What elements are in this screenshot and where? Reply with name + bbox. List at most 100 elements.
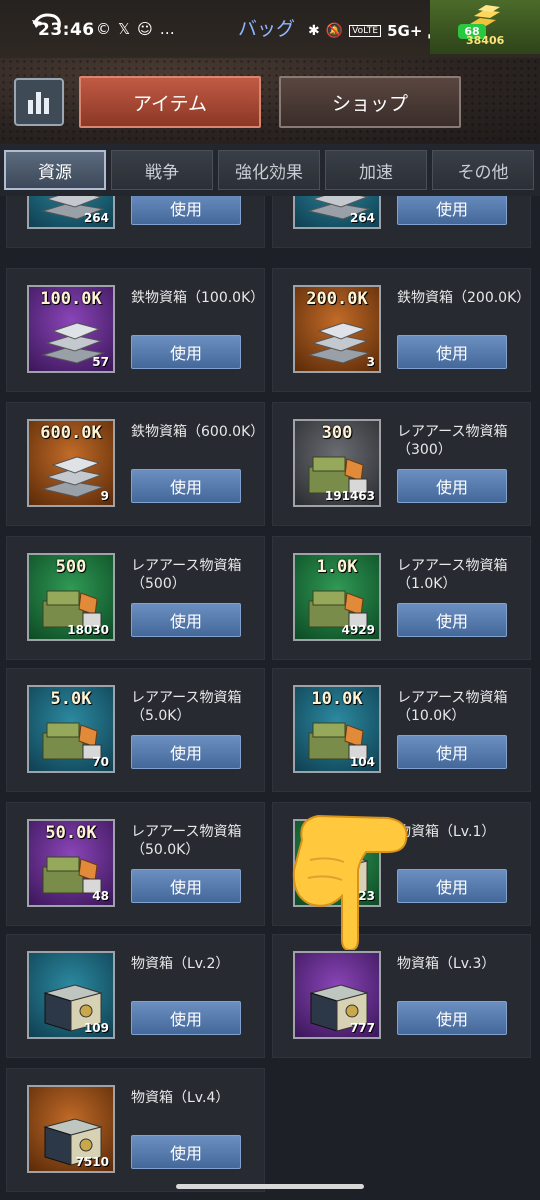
- app-icon: ☺: [137, 20, 153, 38]
- item-title: レアアース物資箱（50.0K）: [131, 824, 242, 858]
- item-icon: 10.0K 104: [293, 685, 381, 773]
- item-quantity: 3: [366, 355, 375, 369]
- item-title: 鉄物資箱（100.0K）: [131, 290, 265, 306]
- item-title: レアアース物資箱（300）: [397, 424, 508, 458]
- bluetooth-icon: ✱: [308, 23, 320, 39]
- more-icon: …: [159, 20, 175, 38]
- item-quantity: 109: [83, 1021, 109, 1035]
- item-card[interactable]: 7510 物資箱（Lv.4） 使用: [6, 1068, 265, 1192]
- tab-shop[interactable]: ショップ: [279, 76, 461, 128]
- item-card[interactable]: 300 191463 レアアース物資箱（300） 使用: [272, 402, 531, 526]
- item-amount-label: 10.0K: [311, 689, 363, 709]
- status-bar: 23:46 © 𝕏 ☺ … バッグ ✱ 🔕 VoLTE 5G+ ▂▄▆ 68 3…: [0, 0, 540, 58]
- item-card[interactable]: 600.0K 9 鉄物資箱（600.0K） 使用: [6, 402, 265, 526]
- tab-speedup[interactable]: 加速: [325, 150, 427, 190]
- use-button[interactable]: 使用: [131, 1001, 241, 1035]
- use-button[interactable]: 使用: [131, 603, 241, 637]
- item-title: 鉄物資箱（600.0K）: [131, 424, 265, 440]
- tab-resources[interactable]: 資源: [4, 150, 106, 190]
- use-button[interactable]: 使用: [131, 735, 241, 769]
- use-button[interactable]: 使用: [131, 1135, 241, 1169]
- mute-icon: 🔕: [325, 23, 344, 39]
- item-amount-label: 1.0K: [316, 557, 358, 577]
- bag-header: アイテム ショップ: [0, 58, 540, 144]
- item-card[interactable]: 200.0K 3 鉄物資箱（200.0K） 使用: [272, 268, 531, 392]
- item-quantity: 264: [83, 211, 109, 225]
- instagram-icon: ©: [96, 20, 111, 38]
- use-button[interactable]: 使用: [397, 469, 507, 503]
- item-quantity: 264: [349, 211, 375, 225]
- item-amount-label: 100.0K: [40, 289, 102, 309]
- item-card[interactable]: 10.0K 104 レアアース物資箱（10.0K） 使用: [272, 668, 531, 792]
- clock: 23:46: [38, 20, 95, 40]
- gold-count: 38406: [466, 34, 505, 47]
- item-title: レアアース物資箱（5.0K）: [131, 690, 242, 724]
- item-card[interactable]: 264 使用: [272, 196, 531, 248]
- pointing-hand-icon: [292, 814, 408, 950]
- use-button[interactable]: 使用: [131, 335, 241, 369]
- tab-other[interactable]: その他: [432, 150, 534, 190]
- item-icon: 5.0K 70: [27, 685, 115, 773]
- item-amount-label: 5.0K: [50, 689, 92, 709]
- item-icon: 200.0K 3: [293, 285, 381, 373]
- stats-button[interactable]: [14, 78, 64, 126]
- item-quantity: 9: [100, 489, 109, 503]
- use-button[interactable]: 使用: [131, 196, 241, 225]
- item-icon: 264: [27, 196, 115, 229]
- item-amount-label: 600.0K: [40, 423, 102, 443]
- item-quantity: 18030: [67, 623, 109, 637]
- use-button[interactable]: 使用: [397, 735, 507, 769]
- item-quantity: 70: [92, 755, 109, 769]
- steel-ingot-icon: [41, 456, 105, 498]
- item-icon: 100.0K 57: [27, 285, 115, 373]
- use-button[interactable]: 使用: [397, 603, 507, 637]
- item-card[interactable]: 109 物資箱（Lv.2） 使用: [6, 934, 265, 1058]
- item-title: レアアース物資箱（10.0K）: [397, 690, 508, 724]
- item-card[interactable]: 500 18030 レアアース物資箱（500） 使用: [6, 536, 265, 660]
- home-indicator[interactable]: [176, 1184, 364, 1189]
- item-list[interactable]: 264 使用 264 使用 100.0K 57 鉄物資箱（100.0K） 使用 200.0K 3 鉄…: [0, 196, 540, 1200]
- use-button[interactable]: 使用: [397, 196, 507, 225]
- item-quantity: 7510: [75, 1155, 109, 1169]
- item-icon: 1.0K 4929: [293, 553, 381, 641]
- item-title: 物資箱（Lv.2）: [131, 956, 230, 972]
- item-icon: 109: [27, 951, 115, 1039]
- steel-ingot-icon: [307, 322, 371, 364]
- item-amount-label: 50.0K: [45, 823, 97, 843]
- item-card[interactable]: 264 使用: [6, 196, 265, 248]
- item-quantity: 191463: [324, 489, 375, 503]
- item-icon: 600.0K 9: [27, 419, 115, 507]
- item-card[interactable]: 50.0K 48 レアアース物資箱（50.0K） 使用: [6, 802, 265, 926]
- item-icon: 7510: [27, 1085, 115, 1173]
- item-quantity: 777: [349, 1021, 375, 1035]
- item-icon: 500 18030: [27, 553, 115, 641]
- item-amount-label: 500: [55, 557, 87, 577]
- item-title: 物資箱（Lv.3）: [397, 956, 496, 972]
- item-quantity: 57: [92, 355, 109, 369]
- tab-boost[interactable]: 強化効果: [218, 150, 320, 190]
- item-icon: 300 191463: [293, 419, 381, 507]
- item-card[interactable]: 100.0K 57 鉄物資箱（100.0K） 使用: [6, 268, 265, 392]
- item-title: レアアース物資箱（1.0K）: [397, 558, 508, 592]
- network-label: 5G+: [387, 22, 423, 40]
- item-quantity: 4929: [341, 623, 375, 637]
- tab-items[interactable]: アイテム: [79, 76, 261, 128]
- use-button[interactable]: 使用: [397, 1001, 507, 1035]
- item-card[interactable]: 5.0K 70 レアアース物資箱（5.0K） 使用: [6, 668, 265, 792]
- item-quantity: 104: [349, 755, 375, 769]
- category-tabs: 資源 戦争 強化効果 加速 その他: [0, 144, 540, 196]
- bag-title: バッグ: [238, 18, 296, 40]
- use-button[interactable]: 使用: [131, 869, 241, 903]
- item-quantity: 48: [92, 889, 109, 903]
- volte-icon: VoLTE: [349, 25, 382, 37]
- item-amount-label: 300: [321, 423, 353, 443]
- item-title: レアアース物資箱（500）: [131, 558, 242, 592]
- use-button[interactable]: 使用: [397, 335, 507, 369]
- item-title: 物資箱（Lv.4）: [131, 1090, 230, 1106]
- item-title: 鉄物資箱（200.0K）: [397, 290, 531, 306]
- tab-war[interactable]: 戦争: [111, 150, 213, 190]
- item-icon: 777: [293, 951, 381, 1039]
- item-card[interactable]: 777 物資箱（Lv.3） 使用: [272, 934, 531, 1058]
- use-button[interactable]: 使用: [131, 469, 241, 503]
- item-card[interactable]: 1.0K 4929 レアアース物資箱（1.0K） 使用: [272, 536, 531, 660]
